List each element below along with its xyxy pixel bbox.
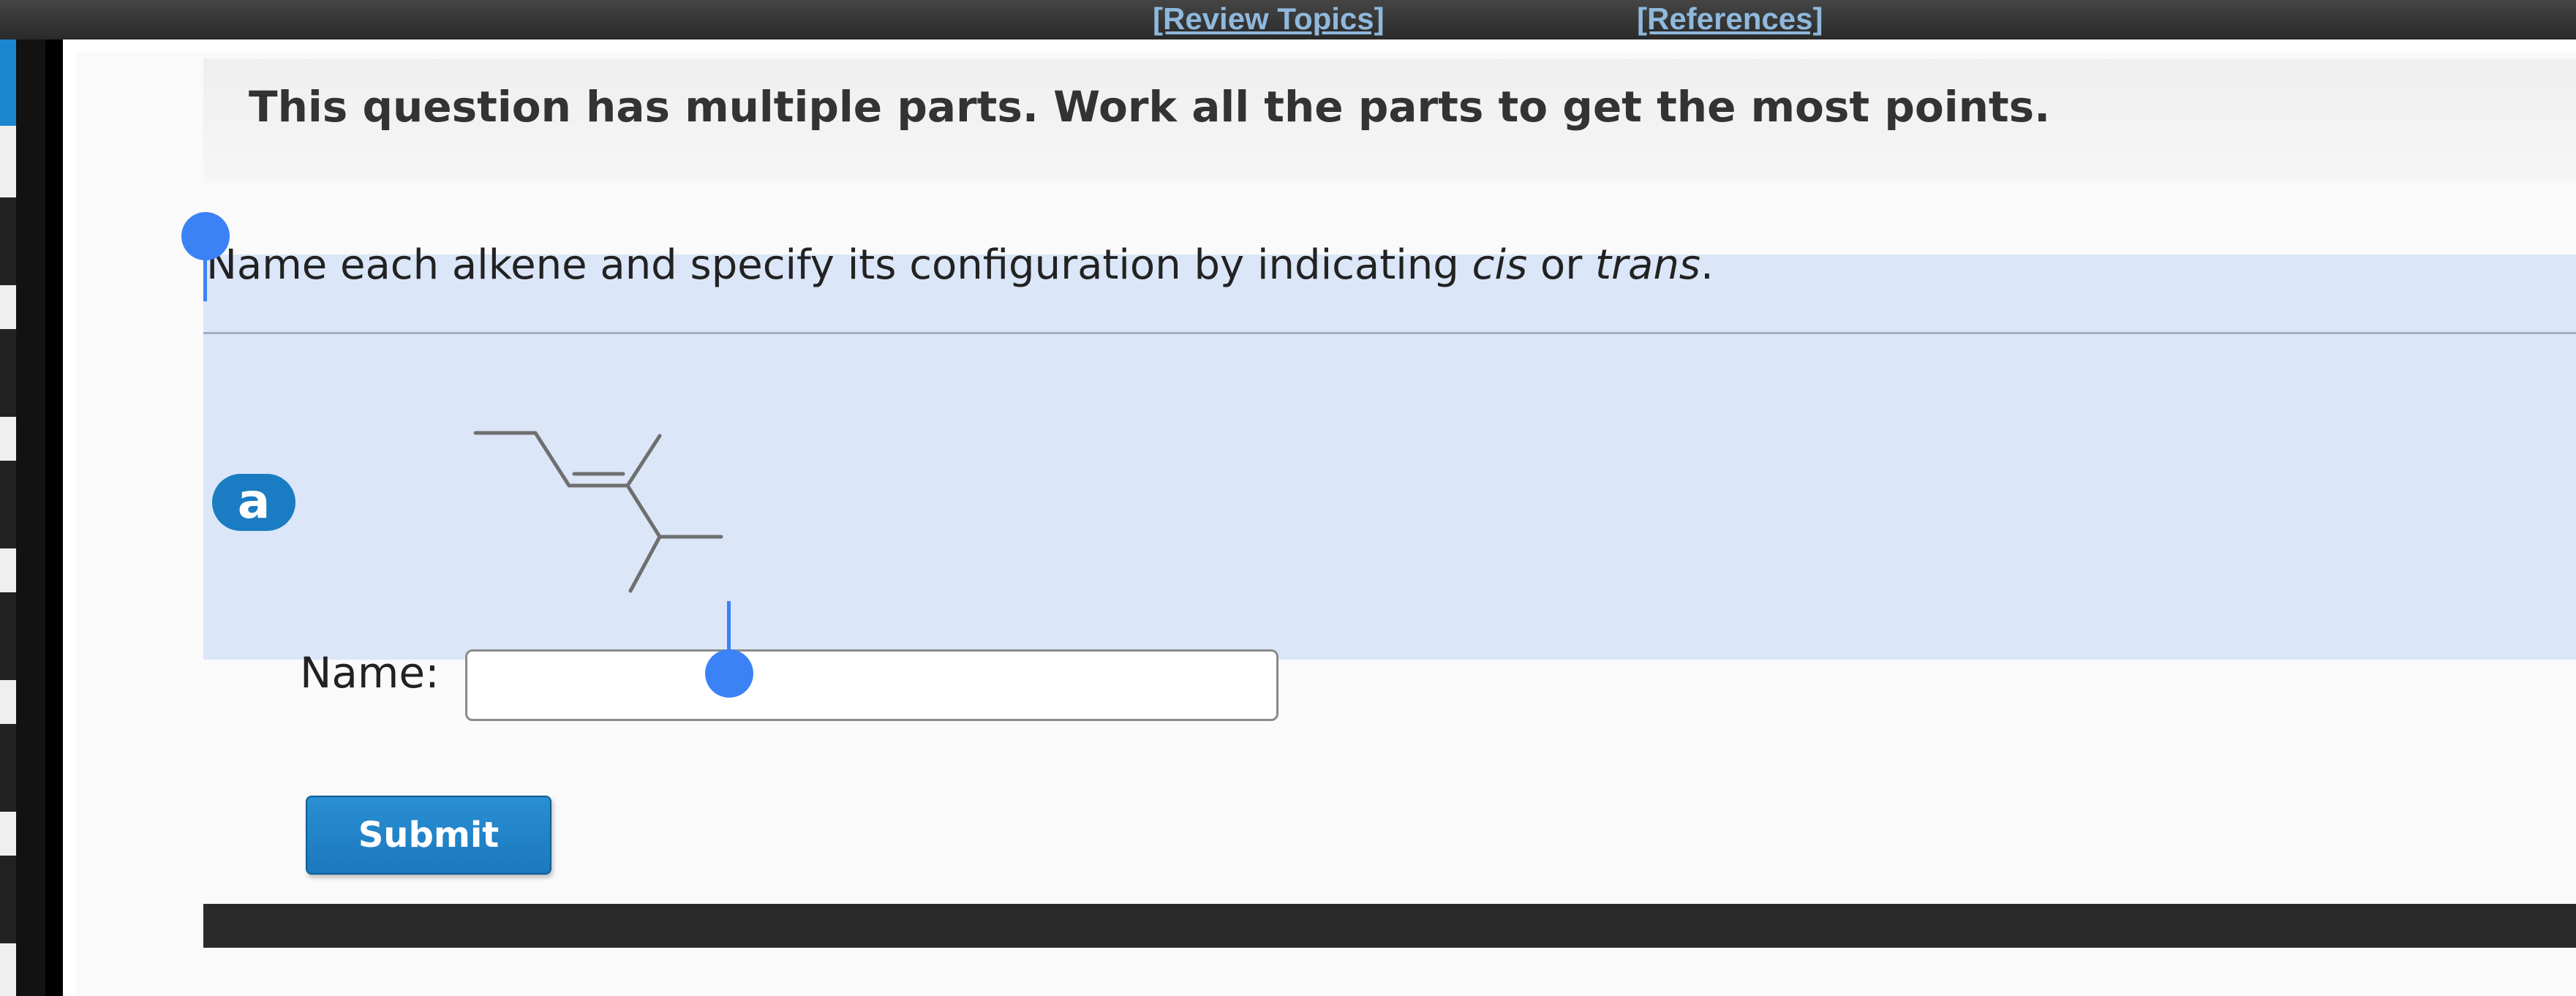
name-input[interactable] xyxy=(465,649,1278,721)
instruction-end: . xyxy=(1700,241,1714,289)
selection-start-caret[interactable] xyxy=(203,257,207,301)
name-label: Name: xyxy=(300,648,440,698)
bottom-bar xyxy=(203,904,2576,948)
top-toolbar: [Review Topics] [References] xyxy=(0,0,2576,39)
instruction-cis: cis xyxy=(1472,241,1528,289)
nav-tick[interactable] xyxy=(0,592,16,680)
nav-tick[interactable] xyxy=(0,197,16,285)
selection-start-handle[interactable] xyxy=(181,212,230,260)
section-divider xyxy=(203,332,2576,334)
left-navigation-strip xyxy=(0,39,16,996)
nav-tick[interactable] xyxy=(0,856,16,943)
instruction-trans: trans xyxy=(1595,241,1701,289)
submit-button[interactable]: Submit xyxy=(306,796,551,875)
instruction-text: Name each alkene and specify its configu… xyxy=(206,241,1472,289)
references-link[interactable]: [References] xyxy=(1637,1,1823,37)
nav-tick[interactable] xyxy=(0,724,16,812)
nav-tick[interactable] xyxy=(0,329,16,417)
panel-border xyxy=(45,39,63,996)
active-nav-indicator xyxy=(0,39,16,126)
part-a-badge: a xyxy=(212,474,295,531)
text-cursor-stem[interactable] xyxy=(727,601,731,654)
nav-tick[interactable] xyxy=(0,461,16,548)
alkene-structure-icon xyxy=(473,431,723,593)
multipart-notice: This question has multiple parts. Work a… xyxy=(249,82,2051,132)
question-instruction: Name each alkene and specify its configu… xyxy=(206,241,1714,289)
review-topics-link[interactable]: [Review Topics] xyxy=(1153,1,1385,37)
instruction-or: or xyxy=(1527,241,1596,289)
selection-end-handle[interactable] xyxy=(705,649,753,698)
